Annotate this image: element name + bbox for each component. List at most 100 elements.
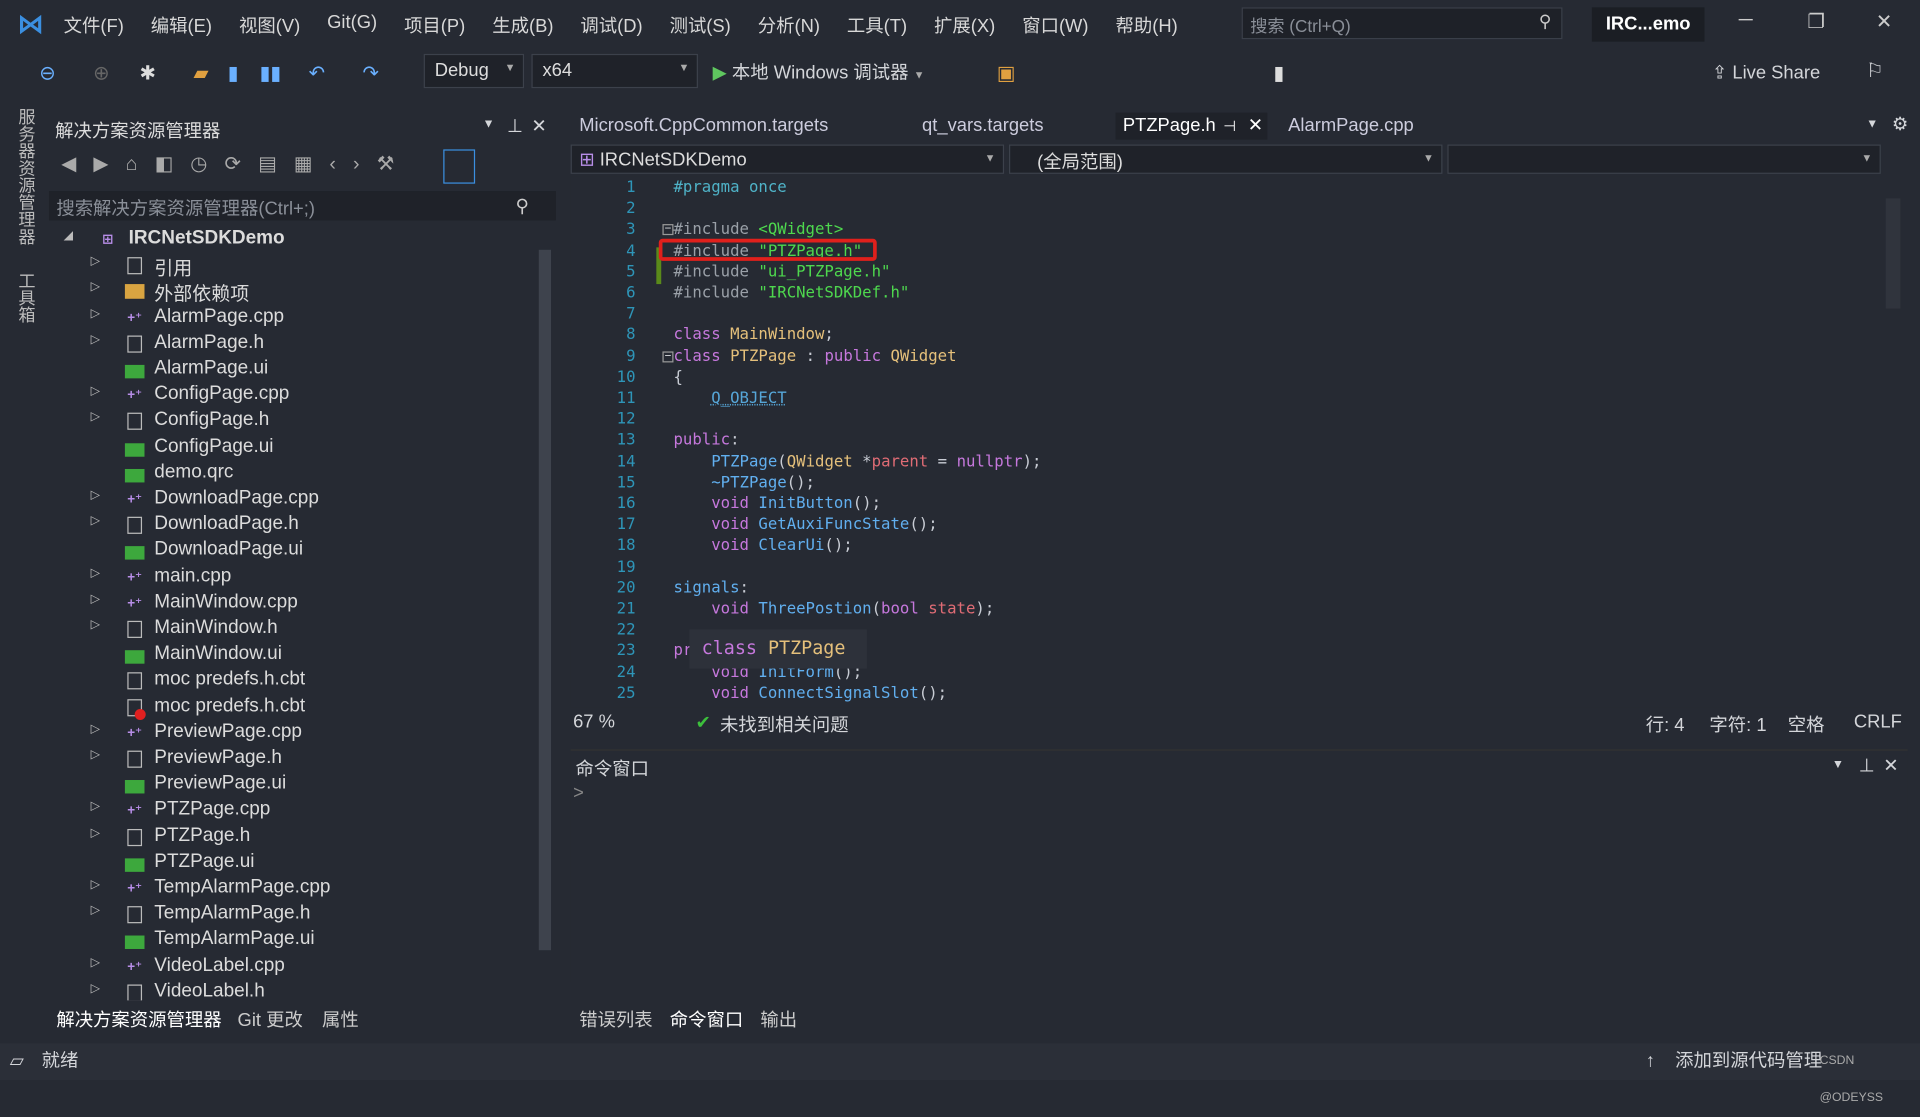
expand-arrow-icon[interactable]: ▷	[91, 385, 100, 398]
menu-item[interactable]: 窗口(W)	[1022, 12, 1088, 38]
forward-icon[interactable]: ⊕	[93, 61, 109, 85]
left-tab[interactable]: 解决方案资源管理器	[56, 1007, 221, 1033]
expand-arrow-icon[interactable]: ▷	[91, 592, 100, 605]
restore-button[interactable]: ❐	[1807, 10, 1825, 34]
solution-search-input[interactable]: 搜索解决方案资源管理器(Ctrl+;) ⚲	[48, 191, 556, 221]
editor-tab[interactable]: Microsoft.CppCommon.targets	[572, 113, 836, 140]
editor-tab[interactable]: AlarmPage.cpp	[1281, 113, 1421, 140]
tree-item[interactable]: ▷ PreviewPage.h	[49, 746, 534, 772]
menu-item[interactable]: 调试(D)	[580, 12, 642, 38]
menu-item[interactable]: 帮助(H)	[1115, 12, 1177, 38]
bookmark-icon[interactable]: ▮	[1273, 61, 1284, 85]
expand-arrow-icon[interactable]: ▷	[91, 333, 100, 346]
menu-item[interactable]: 扩展(X)	[934, 12, 995, 38]
tree-item[interactable]: TempAlarmPage.ui	[49, 927, 534, 953]
expand-arrow-icon[interactable]: ▷	[91, 281, 100, 294]
undo-icon[interactable]: ↶	[309, 61, 325, 85]
expand-arrow-icon[interactable]: ▷	[91, 515, 100, 528]
bottom-tab[interactable]: 命令窗口	[670, 1007, 743, 1033]
tree-item[interactable]: ▷ +⁺ PreviewPage.cpp	[49, 720, 534, 746]
eol-indicator[interactable]: CRLF	[1854, 711, 1902, 732]
bottom-tab[interactable]: 输出	[760, 1007, 797, 1033]
tree-item[interactable]: moc predefs.h.cbt	[49, 694, 534, 720]
tree-item[interactable]: moc predefs.h.cbt	[49, 668, 534, 694]
zoom-select[interactable]: 67 %	[573, 711, 615, 732]
server-explorer-tab[interactable]: 服务器资源管理器	[7, 108, 39, 245]
back-icon[interactable]: ⊖	[39, 61, 55, 85]
expand-arrow-icon[interactable]: ▷	[91, 982, 100, 995]
platform-select[interactable]: x64 ▼	[531, 53, 698, 89]
expand-arrow-icon[interactable]: ▷	[91, 826, 100, 839]
tree-item[interactable]: ▷ 引用	[49, 252, 534, 279]
close-tab-icon[interactable]: ✕	[1248, 113, 1263, 140]
live-share-button[interactable]: ⇪ Live Share	[1712, 61, 1820, 83]
open-icon[interactable]: ▰	[193, 61, 208, 85]
solution-toolbar[interactable]: ◀▶⌂◧◷⟳▤▦‹›⚒	[61, 152, 411, 176]
tree-item[interactable]: ConfigPage.ui	[49, 434, 534, 460]
pin-tab-icon[interactable]: ⊣	[1223, 113, 1236, 140]
panel-dropdown-icon[interactable]: ▼	[482, 118, 494, 131]
expand-arrow-icon[interactable]: ▷	[91, 878, 100, 891]
save-all-icon[interactable]: ▮▮	[260, 61, 282, 85]
tree-item[interactable]: ▷ +⁺ TempAlarmPage.cpp	[49, 876, 534, 902]
tree-item[interactable]: ▷ +⁺ ConfigPage.cpp	[49, 382, 534, 408]
expand-arrow-icon[interactable]: ▷	[91, 618, 100, 631]
member-nav-select[interactable]: ▼	[1447, 144, 1881, 174]
menu-item[interactable]: Git(G)	[327, 12, 377, 38]
configuration-select[interactable]: Debug ▼	[423, 53, 525, 89]
tree-item[interactable]: MainWindow.ui	[49, 642, 534, 668]
tree-item[interactable]: ▷ MainWindow.h	[49, 616, 534, 642]
tree-item[interactable]: ▷ TempAlarmPage.h	[49, 901, 534, 927]
tree-item[interactable]: ▷ ConfigPage.h	[49, 408, 534, 434]
expand-arrow-icon[interactable]: ▷	[91, 956, 100, 969]
minimize-button[interactable]: ─	[1739, 10, 1753, 32]
tree-item[interactable]: ▷ +⁺ MainWindow.cpp	[49, 590, 534, 616]
expand-arrow-icon[interactable]: ◢	[64, 229, 73, 242]
expand-arrow-icon[interactable]: ▷	[91, 800, 100, 813]
expand-arrow-icon[interactable]: ▷	[91, 411, 100, 424]
tree-item[interactable]: ▷ DownloadPage.h	[49, 512, 534, 538]
tree-item[interactable]: ▷ AlarmPage.h	[49, 330, 534, 356]
run-debugger-button[interactable]: ▶ 本地 Windows 调试器 ▼	[713, 59, 925, 85]
command-prompt[interactable]: >	[573, 782, 584, 803]
whitespace-indicator[interactable]: 空格	[1788, 711, 1825, 737]
expand-arrow-icon[interactable]: ▷	[91, 904, 100, 917]
pin-icon[interactable]: ⊥	[1859, 754, 1875, 777]
expand-arrow-icon[interactable]: ▷	[91, 748, 100, 761]
tree-item[interactable]: ▷ VideoLabel.h	[49, 979, 534, 1001]
tree-item[interactable]: PreviewPage.ui	[49, 772, 534, 798]
pin-icon[interactable]: ⊥	[507, 115, 523, 137]
collapse-icon[interactable]: −	[662, 350, 674, 362]
menu-item[interactable]: 生成(B)	[492, 12, 553, 38]
code-editor[interactable]: class PTZPage 1 #pragma once 2 3 #include <Q…	[570, 176, 1881, 708]
new-project-icon[interactable]: ✱	[140, 61, 156, 85]
menu-item[interactable]: 测试(S)	[670, 12, 731, 38]
tab-list-icon[interactable]: ▼	[1866, 118, 1878, 131]
tree-item[interactable]: DownloadPage.ui	[49, 538, 534, 564]
tree-item[interactable]: ▷ +⁺ VideoLabel.cpp	[49, 953, 534, 979]
folder-icon[interactable]: ▣	[997, 61, 1016, 85]
left-tab[interactable]: Git 更改	[238, 1007, 303, 1033]
dropdown-icon[interactable]: ▼	[1832, 758, 1844, 771]
menu-item[interactable]: 编辑(E)	[151, 12, 212, 38]
tree-item[interactable]: ▷ +⁺ PTZPage.cpp	[49, 798, 534, 824]
settings-icon[interactable]: ⚙	[1892, 113, 1908, 135]
menu-item[interactable]: 视图(V)	[239, 12, 300, 38]
editor-tab[interactable]: PTZPage.h ⊣ ✕	[1115, 112, 1268, 140]
expand-arrow-icon[interactable]: ▷	[91, 566, 100, 579]
close-icon[interactable]: ✕	[1883, 754, 1898, 777]
expand-arrow-icon[interactable]: ▷	[91, 489, 100, 502]
toggle-preview-button[interactable]	[443, 149, 476, 184]
tree-root[interactable]: ◢ ⊞ IRCNetSDKDemo	[49, 227, 534, 253]
search-box[interactable]: 搜索 (Ctrl+Q) ⚲	[1241, 7, 1563, 40]
left-tab[interactable]: 属性	[322, 1007, 359, 1033]
menu-item[interactable]: 分析(N)	[758, 12, 820, 38]
toolbox-tab[interactable]: 工具箱	[7, 272, 39, 323]
scope-nav-select[interactable]: (全局范围) ▼	[1008, 144, 1443, 174]
issues-label[interactable]: 未找到相关问题	[720, 711, 849, 737]
menu-item[interactable]: 项目(P)	[404, 12, 465, 38]
editor-tab[interactable]: qt_vars.targets	[915, 113, 1051, 140]
tree-scrollbar[interactable]	[538, 249, 552, 951]
tree-item[interactable]: ▷ +⁺ DownloadPage.cpp	[49, 486, 534, 512]
add-to-source-control[interactable]: 添加到源代码管理	[1675, 1043, 1822, 1080]
